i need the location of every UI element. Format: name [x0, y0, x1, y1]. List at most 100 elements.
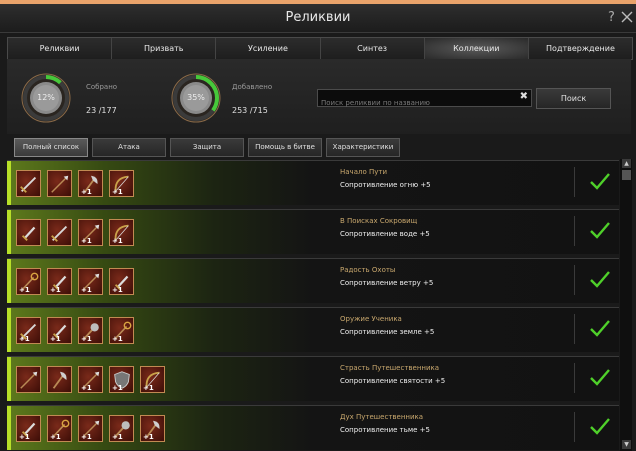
relic-slot[interactable]: +1: [16, 415, 41, 442]
added-percent: 35%: [187, 93, 205, 102]
relic-upgrade-badge: +1: [112, 335, 123, 343]
check-icon: [590, 271, 610, 288]
collection-bonus: Сопротивление тьме +5: [340, 426, 430, 434]
relic-slot[interactable]: [16, 366, 41, 393]
relic-slot[interactable]: +1: [109, 415, 134, 442]
relic-upgrade-badge: +1: [112, 237, 123, 245]
collection-list: +1 +1 Начало Пути Сопротивление огню +5 +1 +1…: [7, 159, 619, 451]
relic-slot[interactable]: [47, 219, 72, 246]
row-accent: [7, 357, 11, 401]
relic-upgrade-badge: +1: [19, 335, 30, 343]
relic-slot[interactable]: +1: [78, 415, 103, 442]
check-icon: [590, 418, 610, 435]
relic-slot[interactable]: +1: [16, 317, 41, 344]
filter-bar: Полный список Атака Защита Помощь в битв…: [14, 138, 400, 157]
relic-slot[interactable]: +1: [109, 317, 134, 344]
collection-bonus: Сопротивление воде +5: [340, 230, 430, 238]
row-accent: [7, 259, 11, 303]
relic-slot[interactable]: +1: [47, 415, 72, 442]
relic-upgrade-badge: +1: [19, 433, 30, 441]
relic-slot[interactable]: +1: [16, 268, 41, 295]
scroll-thumb[interactable]: [622, 170, 631, 180]
relic-slot[interactable]: +1: [47, 317, 72, 344]
tab-upgrade[interactable]: Усиление: [216, 38, 321, 59]
collection-name: Оружие Ученика: [340, 315, 402, 323]
collection-row[interactable]: +1 +1 +1 +1 +1 Дух Путешественника Сопротивлен…: [7, 405, 619, 450]
search-button[interactable]: Поиск: [536, 88, 611, 109]
relic-upgrade-badge: +1: [81, 384, 92, 392]
relic-slot[interactable]: +1: [78, 170, 103, 197]
filter-attack[interactable]: Атака: [92, 138, 166, 157]
relic-slot[interactable]: +1: [78, 268, 103, 295]
tab-relics[interactable]: Реликвии: [8, 38, 113, 59]
relic-slot[interactable]: +1: [140, 366, 165, 393]
collection-row[interactable]: +1 +1 +1 Страсть Путешественника Сопротивлен…: [7, 356, 619, 401]
collection-name: В Поисках Сокровищ: [340, 217, 418, 225]
window-title: Реликвии: [285, 10, 351, 25]
collection-name: Дух Путешественника: [340, 413, 424, 421]
relic-slot[interactable]: +1: [78, 366, 103, 393]
spear-icon: [20, 371, 38, 389]
spear-icon: [51, 175, 69, 193]
added-progress-ring: 35%: [170, 72, 222, 124]
relic-slot[interactable]: [16, 170, 41, 197]
filter-characteristics[interactable]: Характеристики: [326, 138, 400, 157]
tab-synthesis[interactable]: Синтез: [321, 38, 425, 59]
tab-collections[interactable]: Коллекции: [424, 38, 529, 59]
collection-row[interactable]: +1 +1 В Поисках Сокровищ Сопротивление воде…: [7, 209, 619, 254]
relic-upgrade-badge: +1: [81, 335, 92, 343]
filter-battle-help[interactable]: Помощь в битве: [248, 138, 322, 157]
close-icon[interactable]: [620, 7, 634, 27]
clear-search-icon[interactable]: ✖: [520, 91, 528, 102]
collection-bonus: Сопротивление земле +5: [340, 328, 435, 336]
check-icon: [590, 320, 610, 337]
scroll-down-icon[interactable]: ▼: [622, 440, 631, 449]
relic-slot[interactable]: +1: [109, 366, 134, 393]
filter-defense[interactable]: Защита: [170, 138, 244, 157]
relic-slot[interactable]: [47, 366, 72, 393]
help-button[interactable]: ?: [608, 10, 615, 25]
relic-slot[interactable]: +1: [47, 268, 72, 295]
collection-bonus: Сопротивление святости +5: [340, 377, 446, 385]
row-divider: [574, 314, 575, 344]
collection-row[interactable]: +1 +1 Начало Пути Сопротивление огню +5: [7, 160, 619, 205]
relic-upgrade-badge: +1: [50, 335, 61, 343]
collection-row[interactable]: +1 +1 +1 +1 Радость Охоты Сопротивление ветру…: [7, 258, 619, 303]
relic-upgrade-badge: +1: [81, 188, 92, 196]
relic-slot[interactable]: [16, 219, 41, 246]
collection-row[interactable]: +1 +1 +1 +1 Оружие Ученика Сопротивление земл…: [7, 307, 619, 352]
relic-slot[interactable]: +1: [78, 317, 103, 344]
search-box: ✖: [317, 89, 532, 110]
row-divider: [574, 412, 575, 442]
row-divider: [574, 265, 575, 295]
collected-count: 23 /177: [86, 106, 117, 115]
check-icon: [590, 173, 610, 190]
tab-confirmation[interactable]: Подтверждение: [529, 38, 632, 59]
dagger-icon: [21, 226, 36, 241]
row-divider: [574, 167, 575, 197]
relic-slot[interactable]: +1: [109, 219, 134, 246]
collection-name: Страсть Путешественника: [340, 364, 440, 372]
added-count: 253 /715: [232, 106, 268, 115]
tab-summon[interactable]: Призвать: [112, 38, 217, 59]
axe-icon: [52, 371, 67, 389]
row-accent: [7, 161, 11, 205]
row-divider: [574, 363, 575, 393]
relic-upgrade-badge: +1: [112, 433, 123, 441]
relic-upgrade-badge: +1: [112, 384, 123, 392]
check-icon: [590, 369, 610, 386]
scroll-up-icon[interactable]: ▲: [622, 159, 631, 168]
title-bar: Реликвии ?: [0, 4, 636, 33]
row-accent: [7, 308, 11, 352]
search-input[interactable]: [318, 96, 514, 110]
relic-slot[interactable]: +1: [140, 415, 165, 442]
relic-slot[interactable]: [47, 170, 72, 197]
relic-slot[interactable]: +1: [109, 170, 134, 197]
relic-upgrade-badge: +1: [81, 237, 92, 245]
relic-upgrade-badge: +1: [112, 286, 123, 294]
filter-full-list[interactable]: Полный список: [14, 138, 88, 157]
check-icon: [590, 222, 610, 239]
relic-slot[interactable]: +1: [78, 219, 103, 246]
relic-slot[interactable]: +1: [109, 268, 134, 295]
scrollbar[interactable]: ▲ ▼: [620, 159, 632, 451]
